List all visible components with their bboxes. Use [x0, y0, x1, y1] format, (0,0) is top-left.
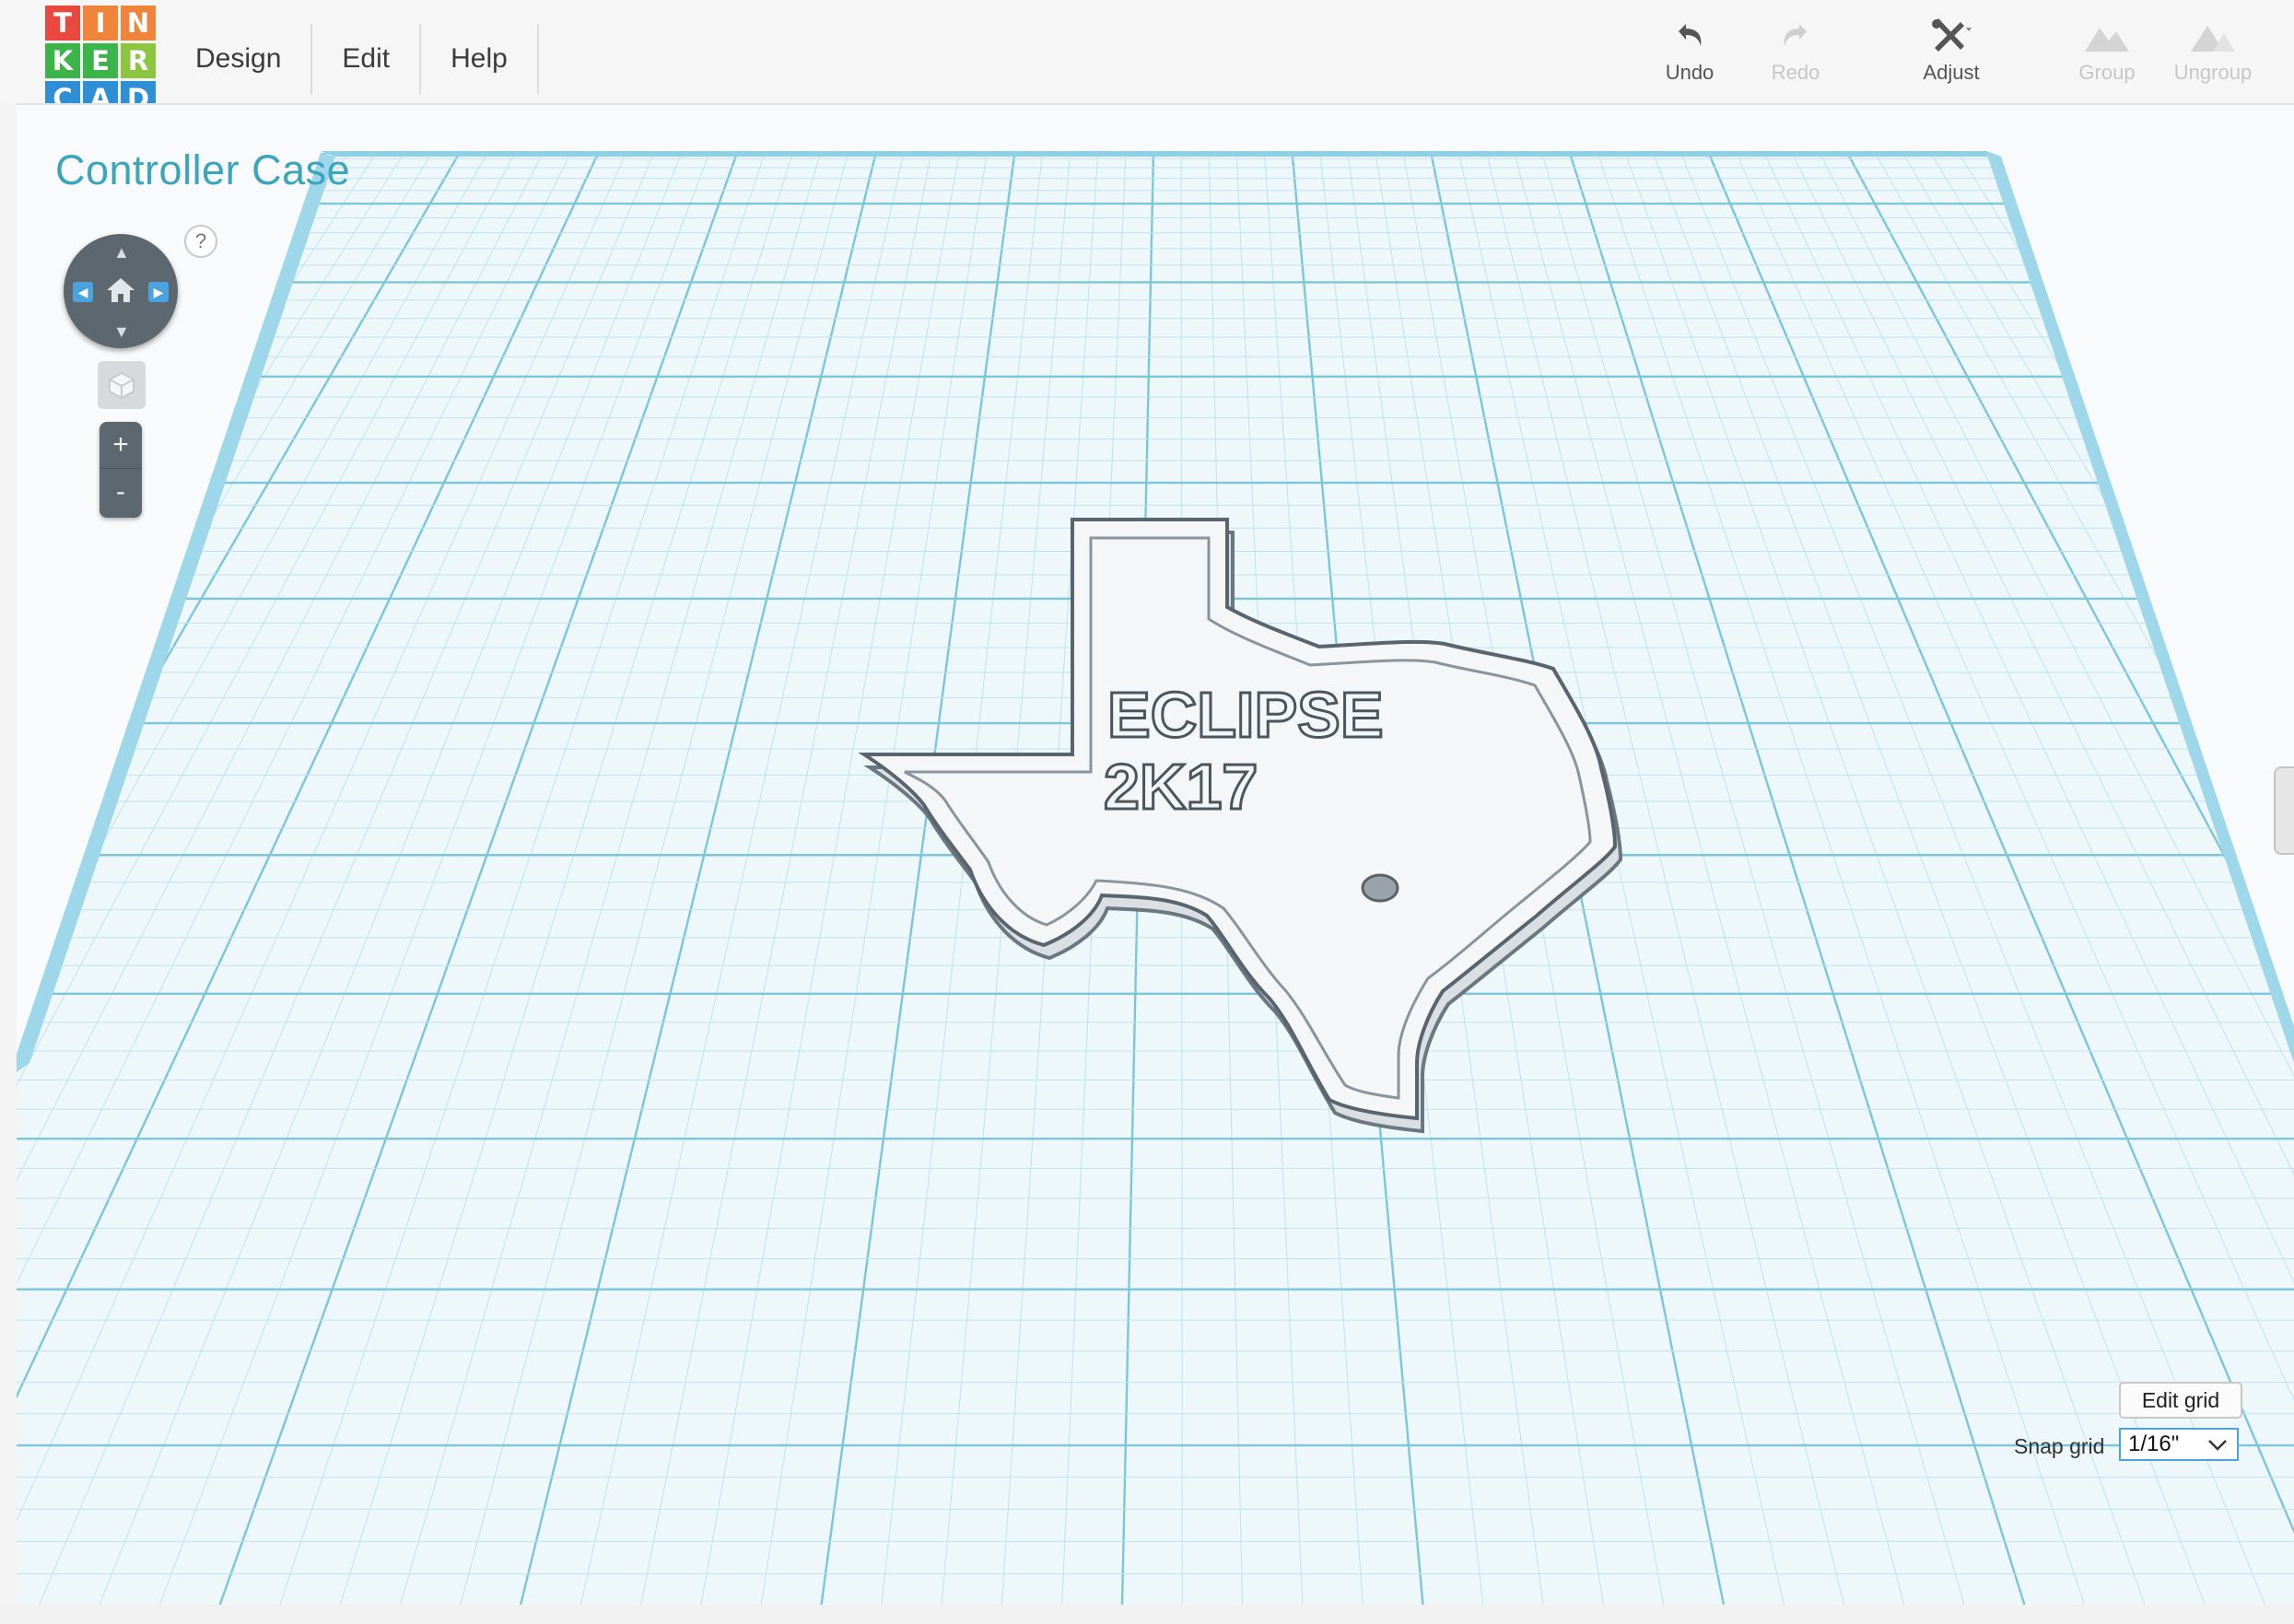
undo-button[interactable]: Undo [1639, 18, 1740, 85]
workplane-grid[interactable]: ECLIPSE 2K17 [17, 105, 2294, 1606]
zoom-controls: + - [99, 422, 142, 518]
orbit-down-icon[interactable]: ▼ [113, 322, 130, 342]
tinkercad-logo[interactable]: TINKERCAD [45, 6, 158, 118]
main-menu: Design Edit Help [175, 24, 539, 94]
menu-design[interactable]: Design [175, 24, 313, 94]
top-bar: TINKERCAD Design Edit Help Undo Redo Adj… [0, 0, 2294, 116]
adjust-label: Adjust [1923, 61, 1980, 84]
logo-letter: N [121, 6, 156, 41]
snap-grid-label: Snap grid [2014, 1434, 2105, 1458]
redo-label: Redo [1771, 61, 1820, 84]
view-cube-button[interactable] [98, 361, 146, 409]
ungroup-icon [2191, 26, 2235, 52]
logo-letter: R [121, 43, 156, 78]
snap-grid-select[interactable]: 1/16" [2119, 1428, 2239, 1461]
view-navigation-pad[interactable]: ▲ ▼ ◀ ▶ [64, 234, 178, 348]
orbit-up-icon[interactable]: ▲ [113, 243, 130, 263]
adjust-button[interactable]: Adjust [1901, 18, 2002, 85]
shapes-panel-toggle[interactable] [2274, 766, 2294, 855]
model-text-2k17: 2K17 [1104, 751, 1258, 823]
group-icon [2085, 28, 2129, 52]
chevron-down-icon [2208, 1440, 2227, 1451]
orbit-right-icon[interactable]: ▶ [148, 282, 169, 302]
undo-icon [1679, 24, 1702, 46]
edit-grid-button[interactable]: Edit grid [2119, 1382, 2242, 1419]
ungroup-label: Ungroup [2173, 61, 2253, 84]
menu-edit[interactable]: Edit [312, 24, 422, 94]
group-button[interactable]: Group [2056, 18, 2158, 85]
adjust-icon [1932, 18, 1972, 52]
zoom-out-button[interactable]: - [99, 469, 142, 515]
logo-letter: K [45, 43, 80, 78]
group-label: Group [2078, 61, 2136, 84]
help-button[interactable]: ? [184, 225, 217, 258]
cube-icon [109, 371, 135, 400]
bottom-strip [0, 1605, 2294, 1624]
workplane-viewport[interactable]: ECLIPSE 2K17 Controller Case ▲ ▼ ◀ ▶ ? +… [17, 103, 2294, 1606]
ungroup-button[interactable]: Ungroup [2162, 18, 2264, 85]
redo-button[interactable]: Redo [1745, 18, 1846, 85]
menu-help[interactable]: Help [421, 24, 539, 94]
home-icon[interactable] [105, 276, 136, 304]
undo-label: Undo [1665, 61, 1715, 84]
model-text-eclipse: ECLIPSE [1107, 679, 1384, 751]
document-title[interactable]: Controller Case [55, 146, 350, 194]
redo-icon [1784, 24, 1807, 46]
snap-grid-value: 1/16" [2128, 1431, 2180, 1456]
logo-letter: I [83, 6, 118, 41]
logo-letter: T [45, 6, 80, 41]
logo-letter: E [83, 43, 118, 78]
orbit-left-icon[interactable]: ◀ [73, 282, 93, 302]
zoom-in-button[interactable]: + [99, 422, 142, 469]
